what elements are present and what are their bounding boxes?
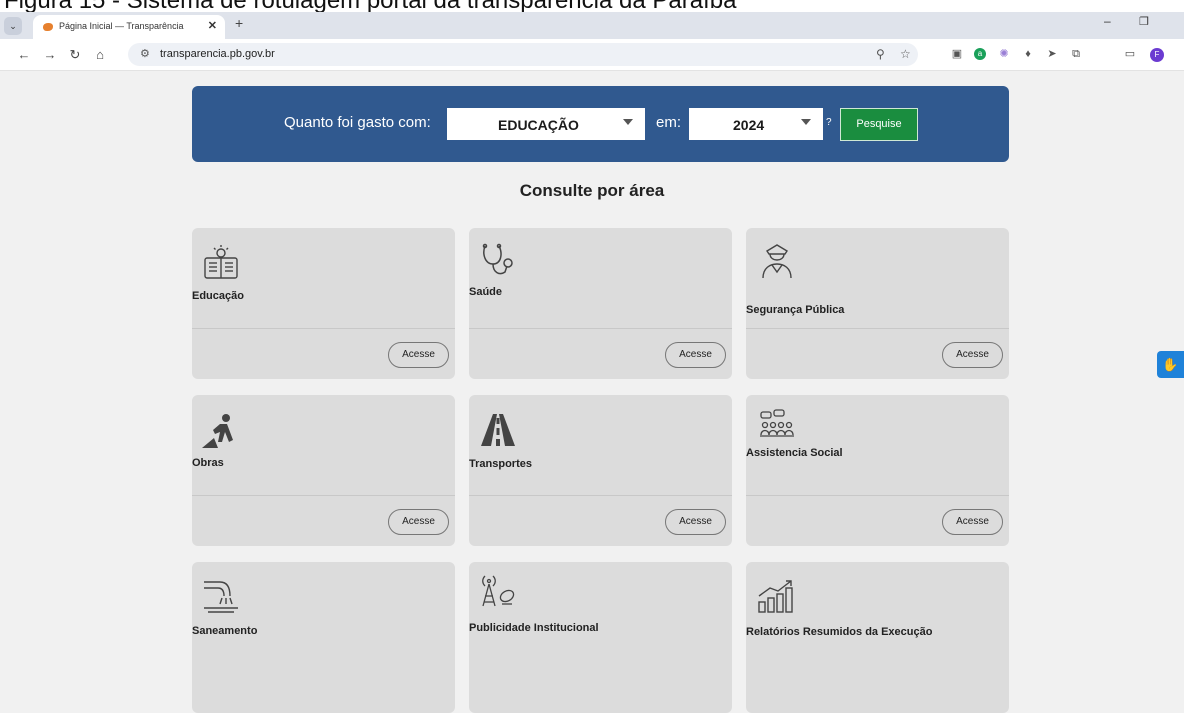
stethoscope-icon xyxy=(482,243,513,275)
cast-icon[interactable]: ▭ xyxy=(1124,48,1136,60)
area-card-saneamento: Saneamento xyxy=(192,562,455,713)
area-select-value: EDUCAÇÃO xyxy=(498,117,579,133)
extension-tag-icon[interactable]: ➤ xyxy=(1046,48,1058,60)
zoom-icon[interactable]: ⚲ xyxy=(876,47,885,61)
tab-title: Página Inicial — Transparência xyxy=(59,21,184,31)
accessibility-widget-icon[interactable]: ✋ xyxy=(1157,351,1184,378)
area-card-obras: Obras Acesse xyxy=(192,395,455,546)
area-card-label: Segurança Pública xyxy=(746,304,845,316)
browser-tab-active[interactable]: Página Inicial — Transparência ✕ xyxy=(33,15,225,39)
area-card-seguranca: Segurança Pública Acesse xyxy=(746,228,1009,379)
road-icon xyxy=(481,414,515,446)
card-divider xyxy=(469,328,732,329)
area-card-label: Transportes xyxy=(469,458,532,470)
police-officer-icon xyxy=(762,244,792,279)
browser-tab-strip: ⌄ Página Inicial — Transparência ✕ + – ❐ xyxy=(0,12,1184,39)
card-divider xyxy=(746,328,1009,329)
water-pipe-icon xyxy=(204,581,238,613)
year-select-value: 2024 xyxy=(733,117,765,133)
new-tab-plus-icon[interactable]: + xyxy=(235,15,243,31)
area-card-educacao: Educação Acesse xyxy=(192,228,455,379)
extension-sparkle-icon[interactable]: ✺ xyxy=(998,48,1010,60)
area-card-label: Saúde xyxy=(469,286,503,298)
site-info-icon[interactable]: ⚙ xyxy=(140,47,150,60)
area-card-label: Saneamento xyxy=(192,625,258,637)
extension-green-icon[interactable]: a xyxy=(974,48,986,60)
extension-reader-icon[interactable]: ▣ xyxy=(951,48,963,60)
restore-window-icon[interactable]: ❐ xyxy=(1139,15,1149,28)
pesquise-button[interactable]: Pesquise xyxy=(840,108,918,141)
year-select[interactable]: 2024 xyxy=(689,108,823,140)
area-card-label: Obras xyxy=(192,457,224,469)
back-arrow-icon[interactable]: ← xyxy=(16,47,32,62)
address-bar[interactable]: ⚙ transparencia.pb.gov.br xyxy=(128,43,918,66)
bookmark-star-icon[interactable]: ☆ xyxy=(900,47,911,61)
site-favicon-icon xyxy=(43,23,53,31)
forward-arrow-icon[interactable]: → xyxy=(42,47,58,62)
tab-search-chevron-icon[interactable]: ⌄ xyxy=(4,17,22,35)
home-icon[interactable]: ⌂ xyxy=(92,47,108,62)
spending-search-banner: Quanto foi gasto com: EDUCAÇÃO em: 2024 … xyxy=(192,86,1009,162)
card-divider xyxy=(192,328,455,329)
broadcast-antenna-icon xyxy=(482,575,515,607)
year-select-chevron-icon xyxy=(801,119,811,125)
area-card-label: Publicidade Institucional xyxy=(469,622,599,634)
area-card-relatorios: Relatórios Resumidos da Execução xyxy=(746,562,1009,713)
area-card-publicidade: Publicidade Institucional xyxy=(469,562,732,713)
card-divider xyxy=(746,495,1009,496)
area-card-transportes: Transportes Acesse xyxy=(469,395,732,546)
bar-chart-growth-icon xyxy=(758,580,793,613)
spending-question-label: Quanto foi gasto com: xyxy=(284,114,431,131)
card-divider xyxy=(192,495,455,496)
profile-avatar[interactable]: F xyxy=(1150,48,1164,62)
section-title: Consulte por área xyxy=(519,181,665,200)
extensions-puzzle-icon[interactable]: ⧉ xyxy=(1070,48,1082,60)
acesse-button[interactable]: Acesse xyxy=(942,509,1003,535)
area-card-label: Relatórios Resumidos da Execução xyxy=(746,626,933,638)
figure-caption-strip: Figura 15 - Sistema de rotulagem portal … xyxy=(0,0,1184,12)
acesse-button[interactable]: Acesse xyxy=(388,342,449,368)
area-select[interactable]: EDUCAÇÃO xyxy=(447,108,645,140)
reload-icon[interactable]: ↻ xyxy=(67,47,83,63)
figure-caption: Figura 15 - Sistema de rotulagem portal … xyxy=(4,0,736,12)
card-divider xyxy=(469,495,732,496)
year-prefix-label: em: xyxy=(656,114,682,131)
browser-toolbar: ← → ↻ ⌂ ⚙ transparencia.pb.gov.br ⚲ ☆ ▣ … xyxy=(0,39,1184,71)
area-select-chevron-icon xyxy=(623,119,633,125)
minimize-window-icon[interactable]: – xyxy=(1104,14,1111,28)
construction-worker-icon xyxy=(202,414,233,448)
acesse-button[interactable]: Acesse xyxy=(665,342,726,368)
acesse-button[interactable]: Acesse xyxy=(665,509,726,535)
acesse-button[interactable]: Acesse xyxy=(942,342,1003,368)
book-lightbulb-icon xyxy=(204,245,238,279)
acesse-button[interactable]: Acesse xyxy=(388,509,449,535)
area-card-saude: Saúde Acesse xyxy=(469,228,732,379)
area-card-assistencia: Assistencia Social Acesse xyxy=(746,395,1009,546)
area-card-label: Educação xyxy=(192,290,244,302)
people-chat-icon xyxy=(760,409,794,437)
question-mark: ? xyxy=(826,117,832,128)
area-card-label: Assistencia Social xyxy=(746,447,843,459)
extension-pin-icon[interactable]: ♦ xyxy=(1022,48,1034,60)
address-url[interactable]: transparencia.pb.gov.br xyxy=(160,48,275,60)
tab-close-icon[interactable]: ✕ xyxy=(208,19,217,32)
